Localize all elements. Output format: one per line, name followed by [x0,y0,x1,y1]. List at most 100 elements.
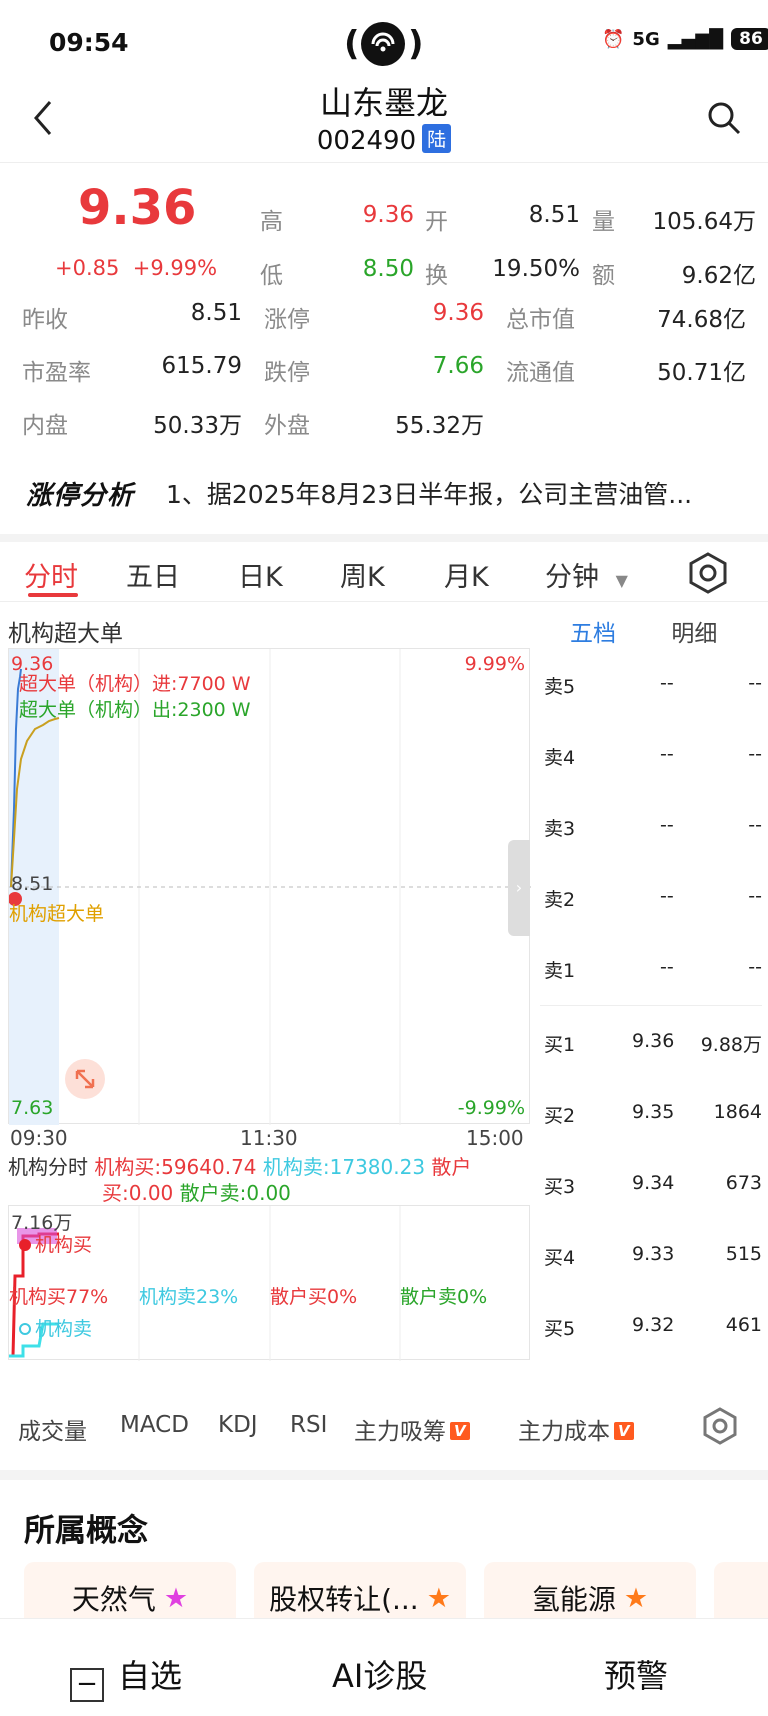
tab-minute-label: 分钟 [545,562,599,593]
ai-diagnosis-button[interactable]: AI诊股 [332,1651,427,1697]
hotspot-indicator-icon: ( ) [344,22,424,66]
prev-close-label: 昨收 [22,307,68,333]
watchlist-minus-icon: − [70,1668,104,1702]
institution-flow-chart[interactable]: 7.16万 机构买 机构买77% 机构卖23% 散户买0% 散户卖0% 机构卖 [8,1205,530,1361]
x-tick-open: 09:30 [10,1126,68,1150]
float-cap-value: 50.71亿 [657,360,746,386]
chart-mid-price: 8.51 [11,873,54,895]
indicator-main-cost-label: 主力成本 [518,1419,610,1445]
tab-monthly-k[interactable]: 月K [444,555,489,594]
concept-label: 股权转让(... [269,1583,419,1616]
tab-daily-k[interactable]: 日K [238,555,283,594]
prev-close-value: 8.51 [190,300,242,326]
ask-volume: -- [748,672,762,694]
volume-value: 105.64万 [652,209,756,235]
star-icon: ★ [623,1582,649,1614]
ask-label: 卖2 [544,889,576,911]
order-book-divider [540,1005,762,1006]
indicator-kdj[interactable]: KDJ [218,1412,258,1438]
outer-volume-value: 55.32万 [395,413,484,439]
pe-value: 615.79 [161,353,242,379]
float-cap-label: 流通值 [506,360,575,386]
watchlist-button[interactable]: − 自选 [70,1651,182,1702]
inner-volume-value: 50.33万 [153,413,242,439]
tab-five-day[interactable]: 五日 [126,555,180,594]
expand-icon[interactable] [65,1059,105,1099]
order-book-tabs: 五档 明细 [570,614,717,648]
limit-down-value: 7.66 [432,353,484,379]
chart-collapse-handle[interactable]: › [508,840,530,936]
stock-name: 山东墨龙 [319,84,448,122]
tab-five-level[interactable]: 五档 [570,621,616,647]
price-change: +0.85 +9.99% [55,256,217,280]
indicator-macd[interactable]: MACD [120,1412,189,1438]
limit-down-label: 跌停 [264,360,310,386]
concept-label: 天然气 [71,1583,156,1616]
chart-tabs: 分时 五日 日K 周K 月K 分钟 ▼ [0,542,768,602]
inst-out-label: 超大单（机构）出:2300 W [19,699,251,721]
indicator-main-cost[interactable]: 主力成本 V [518,1412,634,1446]
tab-weekly-k[interactable]: 周K [340,555,385,594]
bid-row: 买4 9.33 515 [540,1243,762,1273]
legend-inst-buy-label: 机构买 [35,1234,93,1256]
current-price: 9.36 [78,180,197,236]
tab-active-underline [28,593,78,597]
bottom-action-bar: − 自选 AI诊股 预警 [0,1618,768,1716]
chart-settings-icon[interactable] [686,551,730,595]
ask-label: 卖3 [544,818,576,840]
stock-code-row: 002490 陆 [0,124,768,156]
tab-detail[interactable]: 明细 [671,621,717,647]
hollow-dot-icon [19,1323,31,1335]
legend-inst-sell: 机构卖 [19,1314,92,1341]
star-icon: ★ [426,1582,451,1614]
bid-label: 买2 [544,1105,576,1127]
limit-analysis-text[interactable]: 1、据2025年8月23日半年报，公司主营油管... [166,475,746,511]
intraday-chart[interactable]: 9.36 9.99% 超大单（机构）进:7700 W 超大单（机构）出:2300… [8,648,531,1125]
alert-button[interactable]: 预警 [604,1651,668,1697]
indicator-settings-icon[interactable] [700,1406,740,1446]
pct-inst-buy: 机构买77% [9,1286,109,1308]
tab-intraday[interactable]: 分时 [24,555,78,594]
limit-up-label: 涨停 [264,307,310,333]
high-value: 9.36 [362,202,414,228]
section-divider [0,1470,768,1480]
legend-inst-sell-label: 机构卖 [35,1318,93,1340]
amount-label: 额 [592,263,615,289]
bid-price: 9.34 [632,1172,675,1194]
change-value: +0.85 [55,256,120,280]
change-percent: +9.99% [132,256,218,280]
open-label: 开 [425,209,448,235]
inst-sell-total: 机构卖:17380.23 [262,1155,426,1179]
ask-price: -- [660,672,674,694]
open-value: 8.51 [528,202,580,228]
indicator-volume[interactable]: 成交量 [18,1412,87,1446]
bid-price: 9.36 [632,1030,675,1052]
market-cap-value: 74.68亿 [657,307,746,333]
tab-minute[interactable]: 分钟 ▼ [545,555,628,594]
indicator-bar: 成交量 MACD KDJ RSI 主力吸筹 V 主力成本 V [0,1398,768,1458]
inst-buy-total: 机构买:59640.74 [94,1155,257,1179]
ask-label: 卖4 [544,747,576,769]
outer-volume-label: 外盘 [264,413,310,439]
high-label: 高 [260,209,283,235]
system-icons: ⏰ 5G ▂▄▆█ 86 [602,28,768,50]
sub-chart-title: 机构分时 [8,1155,88,1179]
bid-volume: 1864 [713,1101,762,1123]
indicator-rsi[interactable]: RSI [290,1412,327,1438]
bid-volume: 9.88万 [700,1034,762,1056]
legend-inst-buy: 机构买 [19,1230,92,1257]
bid-price: 9.35 [632,1101,675,1123]
inner-volume-label: 内盘 [22,413,68,439]
search-icon[interactable] [706,100,742,136]
pct-inst-sell: 机构卖23% [139,1286,239,1308]
star-icon: ★ [163,1582,189,1614]
status-bar: 09:54 ( ) ⏰ 5G ▂▄▆█ 86 [0,0,768,88]
indicator-main-accumulation[interactable]: 主力吸筹 V [354,1412,470,1446]
inst-in-label: 超大单（机构）进:7700 W [19,673,251,695]
vip-badge-icon: V [614,1422,634,1440]
bid-volume: 461 [725,1314,762,1336]
ask-price: -- [660,814,674,836]
section-divider [0,534,768,542]
pct-retail-buy: 散户买0% [270,1286,358,1308]
chart-bottom-price: 7.63 [11,1097,54,1119]
